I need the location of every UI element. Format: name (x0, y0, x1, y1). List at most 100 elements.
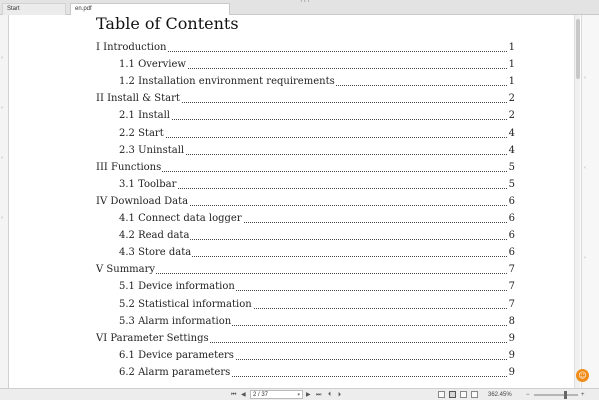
toc-entry-page: 7 (507, 297, 515, 312)
toc-entry-label: 1.2 Installation environment requirement… (119, 75, 336, 90)
toc-entry[interactable]: 6.1 Device parameters 9 (119, 348, 515, 363)
toc-entry[interactable]: 1.1 Overview 1 (119, 58, 515, 73)
toc-entry-label: IV Download Data (96, 194, 190, 209)
vertical-scrollbar[interactable] (574, 15, 580, 388)
tab-strip: Start en.pdf ··· (0, 0, 599, 16)
single-page-view-icon[interactable] (438, 391, 445, 398)
right-panel: ‹ ‹ ‹ (581, 15, 599, 388)
bookmark-panel-icon[interactable]: › (1, 55, 3, 61)
facing-view-icon[interactable] (460, 391, 467, 398)
toc-entry-label: 6.1 Device parameters (119, 348, 235, 363)
toc-entry[interactable]: 6.2 Alarm parameters 9 (119, 365, 515, 380)
scrollbar-thumb[interactable] (576, 19, 580, 79)
toc-entry-page: 2 (507, 109, 515, 124)
fit-width-icon[interactable] (471, 391, 478, 398)
toc-entry-label: VI Parameter Settings (96, 331, 210, 346)
toc-entry-page: 5 (507, 177, 515, 192)
toc-entry-page: 8 (507, 314, 515, 329)
toc-entry[interactable]: 5.1 Device information 7 (119, 280, 515, 295)
toc-entry-page: 9 (507, 365, 515, 380)
back-icon[interactable]: ⏴ (328, 390, 331, 400)
tab-start-label: Start (7, 6, 20, 12)
toc-leader-dots (119, 187, 509, 189)
page-indicator: 2 / 37 (253, 392, 269, 398)
toc-entry-label: 6.2 Alarm parameters (119, 365, 232, 380)
toc-entry-label: I Introduction (96, 41, 168, 55)
toc-entry[interactable]: 3.1 Toolbar 5 (119, 177, 515, 192)
toc-entry[interactable]: 2.1 Install 2 (119, 109, 515, 124)
toc-entry-page: 6 (507, 194, 515, 209)
toc-entry-page: 1 (507, 75, 515, 90)
toc-entry[interactable]: V Summary 7 (96, 263, 515, 278)
thumbnail-panel-icon[interactable]: › (1, 105, 3, 111)
toc-entry-page: 2 (507, 92, 515, 107)
zoom-out-button[interactable]: − (526, 390, 530, 400)
attachment-panel-icon[interactable]: › (1, 215, 3, 221)
toc-entry-page: 6 (507, 246, 515, 261)
prev-page-icon[interactable]: ◀ (241, 390, 246, 400)
toc-entry-label: 5.2 Statistical information (119, 297, 253, 312)
left-sidebar: › › › › (0, 15, 9, 388)
toc-entry-page: 1 (507, 58, 515, 73)
toc-entry[interactable]: 5.2 Statistical information 7 (119, 297, 515, 312)
panel-marker-icon: ‹ (584, 75, 586, 81)
next-page-icon[interactable]: ▶ (306, 390, 311, 400)
tab-start[interactable]: Start (2, 3, 66, 15)
toc-entry-label: 2.2 Start (119, 126, 165, 141)
annotation-panel-icon[interactable]: › (1, 155, 3, 161)
zoom-level: 362.45% (488, 392, 512, 398)
toc-entry[interactable]: 4.3 Store data 6 (119, 246, 515, 261)
toc-leader-dots (119, 119, 509, 121)
forward-icon[interactable]: ⏵ (338, 390, 341, 400)
toc-entry[interactable]: II Install & Start 2 (96, 92, 515, 107)
toc-entry-page: 7 (507, 263, 515, 278)
toc-leader-dots (119, 136, 509, 138)
zoom-slider-knob[interactable] (564, 391, 567, 399)
toc-entry-label: 5.3 Alarm information (119, 314, 233, 329)
toc-entry[interactable]: 1.2 Installation environment requirement… (119, 75, 515, 90)
toc-entry-page: 5 (507, 160, 515, 175)
toc-entry[interactable]: 5.3 Alarm information 8 (119, 314, 515, 329)
toc-entry-page: 4 (507, 143, 515, 158)
toc-entry[interactable]: 2.2 Start 4 (119, 126, 515, 141)
page-number-input[interactable]: 2 / 37 ▾ (250, 390, 303, 399)
toc-entry[interactable]: 4.2 Read data 6 (119, 229, 515, 244)
toc-entry-label: 1.1 Overview (119, 58, 187, 73)
toc-entry-page: 9 (507, 331, 515, 346)
toc-entry-label: 2.3 Uninstall (119, 143, 186, 158)
toc-entry-label: II Install & Start (96, 92, 181, 107)
toc-entry-label: 4.3 Store data (119, 246, 193, 261)
assistant-badge-icon[interactable]: ☺ (576, 369, 589, 382)
window-grip-icon: ··· (300, 0, 311, 6)
first-page-icon[interactable]: ⏮ (231, 390, 236, 400)
toc-entry[interactable]: VI Parameter Settings 9 (96, 331, 515, 346)
panel-marker-icon: ‹ (584, 255, 586, 261)
toc-entry-page: 1 (507, 41, 515, 55)
panel-marker-icon: ‹ (584, 165, 586, 171)
toc-title: Table of Contents (96, 15, 239, 33)
toc-entry-label: 2.1 Install (119, 109, 171, 124)
toc-entry[interactable]: 2.3 Uninstall 4 (119, 143, 515, 158)
toc-leader-dots (96, 273, 509, 275)
continuous-view-icon[interactable] (449, 391, 456, 398)
toc-entry-label: 3.1 Toolbar (119, 177, 178, 192)
zoom-slider[interactable] (534, 391, 578, 399)
toc-entry[interactable]: IV Download Data 6 (96, 194, 515, 209)
toc-entry-page: 6 (507, 212, 515, 226)
toc-entry-label: 4.1 Connect data logger (119, 212, 243, 226)
toc-entry-page: 7 (507, 280, 515, 295)
toc-entry-label: III Functions (96, 160, 163, 175)
tab-document-label: en.pdf (75, 6, 92, 12)
chevron-down-icon[interactable]: ▾ (297, 391, 300, 399)
toc-entry-label: 5.1 Device information (119, 280, 236, 295)
toc-entry-page: 6 (507, 229, 515, 244)
toc-entry-label: V Summary (96, 263, 157, 278)
last-page-icon[interactable]: ⏭ (316, 390, 321, 400)
toc-entry-page: 4 (507, 126, 515, 141)
toc-entry-page: 9 (507, 348, 515, 363)
status-bar: ⏮ ◀ 2 / 37 ▾ ▶ ⏭ ⏴ ⏵ 362.45% − + (0, 388, 599, 400)
zoom-in-button[interactable]: + (581, 390, 585, 400)
toc-entry[interactable]: I Introduction 1 (96, 41, 515, 55)
toc-entry[interactable]: 4.1 Connect data logger 6 (119, 212, 515, 226)
toc-entry[interactable]: III Functions 5 (96, 160, 515, 175)
